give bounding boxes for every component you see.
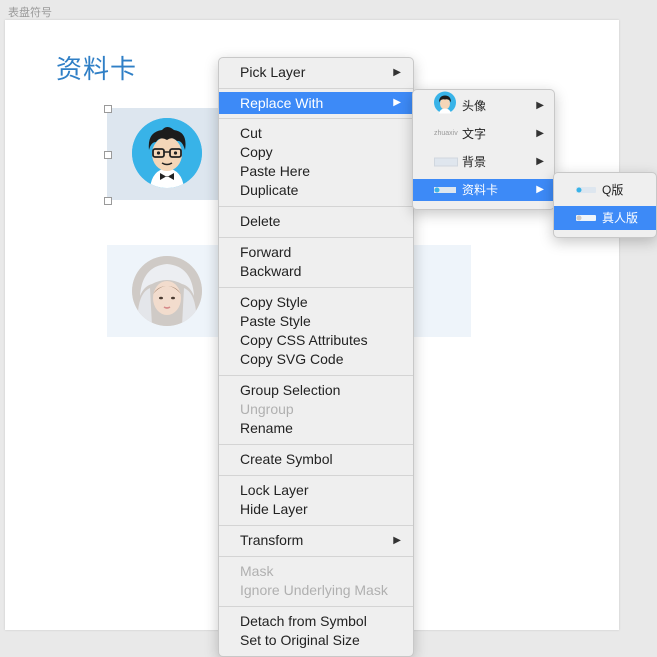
menu-item-backward[interactable]: Backward	[219, 262, 413, 281]
menu-item-forward[interactable]: Forward	[219, 243, 413, 262]
menu-item-transform[interactable]: Transform ▶	[219, 531, 413, 550]
q-card-thumb-icon	[576, 187, 596, 193]
text-thumb-icon: zhuaxiv	[434, 130, 458, 137]
menu-item-ungroup: Ungroup	[240, 401, 294, 417]
menu-item-copy-css[interactable]: Copy CSS Attributes	[219, 331, 413, 350]
submenu-arrow-icon: ▶	[393, 535, 401, 546]
menu-item-mask: Mask	[240, 563, 274, 579]
symbol-page-label: 表盘符号	[8, 7, 52, 19]
menu-item-rename[interactable]: Rename	[219, 419, 413, 438]
menu-item-duplicate[interactable]: Duplicate	[219, 181, 413, 200]
menu-item-lock-layer[interactable]: Lock Layer	[219, 481, 413, 500]
menu-item-delete[interactable]: Delete	[219, 212, 413, 231]
menu-separator	[219, 237, 413, 238]
menu-item-copy-svg[interactable]: Copy SVG Code	[219, 350, 413, 369]
menu-item-replace-with[interactable]: Replace With ▶	[219, 92, 413, 114]
menu-item-hide-layer[interactable]: Hide Layer	[219, 500, 413, 519]
menu-separator	[219, 88, 413, 89]
submenu-arrow-icon: ▶	[536, 156, 544, 167]
menu-item-ignore-mask: Ignore Underlying Mask	[240, 582, 388, 598]
menu-separator	[219, 475, 413, 476]
menu-separator	[219, 556, 413, 557]
submenu-arrow-icon: ▶	[536, 100, 544, 111]
menu-item-pick-layer[interactable]: Pick Layer ▶	[219, 63, 413, 82]
submenu-arrow-icon: ▶	[536, 128, 544, 139]
submenu-item-avatar[interactable]: 头像 ▶	[413, 91, 554, 117]
menu-item-original-size[interactable]: Set to Original Size	[219, 631, 413, 650]
card-thumb-icon	[434, 187, 456, 193]
menu-separator	[219, 287, 413, 288]
photo-avatar[interactable]	[132, 256, 202, 326]
submenu-item-real-person[interactable]: 真人版	[554, 206, 656, 230]
card-title: 资料卡	[56, 54, 138, 84]
replace-with-submenu: 头像 ▶ zhuaxiv 文字 ▶ 背景 ▶ 资料卡 ▶	[412, 89, 555, 210]
photo-card-thumb-icon	[576, 215, 596, 221]
menu-separator	[219, 606, 413, 607]
menu-separator	[219, 375, 413, 376]
menu-item-create-symbol[interactable]: Create Symbol	[219, 450, 413, 469]
menu-item-group-selection[interactable]: Group Selection	[219, 381, 413, 400]
menu-separator	[219, 206, 413, 207]
menu-item-copy-style[interactable]: Copy Style	[219, 293, 413, 312]
submenu-item-profile-card[interactable]: 资料卡 ▶	[413, 179, 554, 201]
submenu-item-text[interactable]: zhuaxiv 文字 ▶	[413, 123, 554, 145]
menu-item-copy[interactable]: Copy	[219, 143, 413, 162]
menu-separator	[219, 118, 413, 119]
menu-item-paste-style[interactable]: Paste Style	[219, 312, 413, 331]
submenu-item-q-version[interactable]: Q版	[554, 178, 656, 202]
background-thumb-icon	[434, 157, 458, 167]
submenu-arrow-icon: ▶	[393, 97, 401, 108]
menu-item-paste-here[interactable]: Paste Here	[219, 162, 413, 181]
menu-separator	[219, 525, 413, 526]
submenu-arrow-icon: ▶	[536, 184, 544, 195]
avatar-thumb-icon	[434, 91, 456, 121]
resize-handle-top-left[interactable]	[104, 105, 112, 113]
resize-handle-bottom-left[interactable]	[104, 197, 112, 205]
menu-separator	[219, 444, 413, 445]
profile-card-submenu: Q版 真人版	[553, 172, 657, 238]
cartoon-avatar[interactable]	[132, 118, 202, 188]
submenu-arrow-icon: ▶	[393, 67, 401, 78]
submenu-item-background[interactable]: 背景 ▶	[413, 151, 554, 173]
menu-item-detach-symbol[interactable]: Detach from Symbol	[219, 612, 413, 631]
context-menu: Pick Layer ▶ Replace With ▶ Cut Copy Pas…	[218, 57, 414, 657]
menu-item-cut[interactable]: Cut	[219, 124, 413, 143]
resize-handle-mid-left[interactable]	[104, 151, 112, 159]
